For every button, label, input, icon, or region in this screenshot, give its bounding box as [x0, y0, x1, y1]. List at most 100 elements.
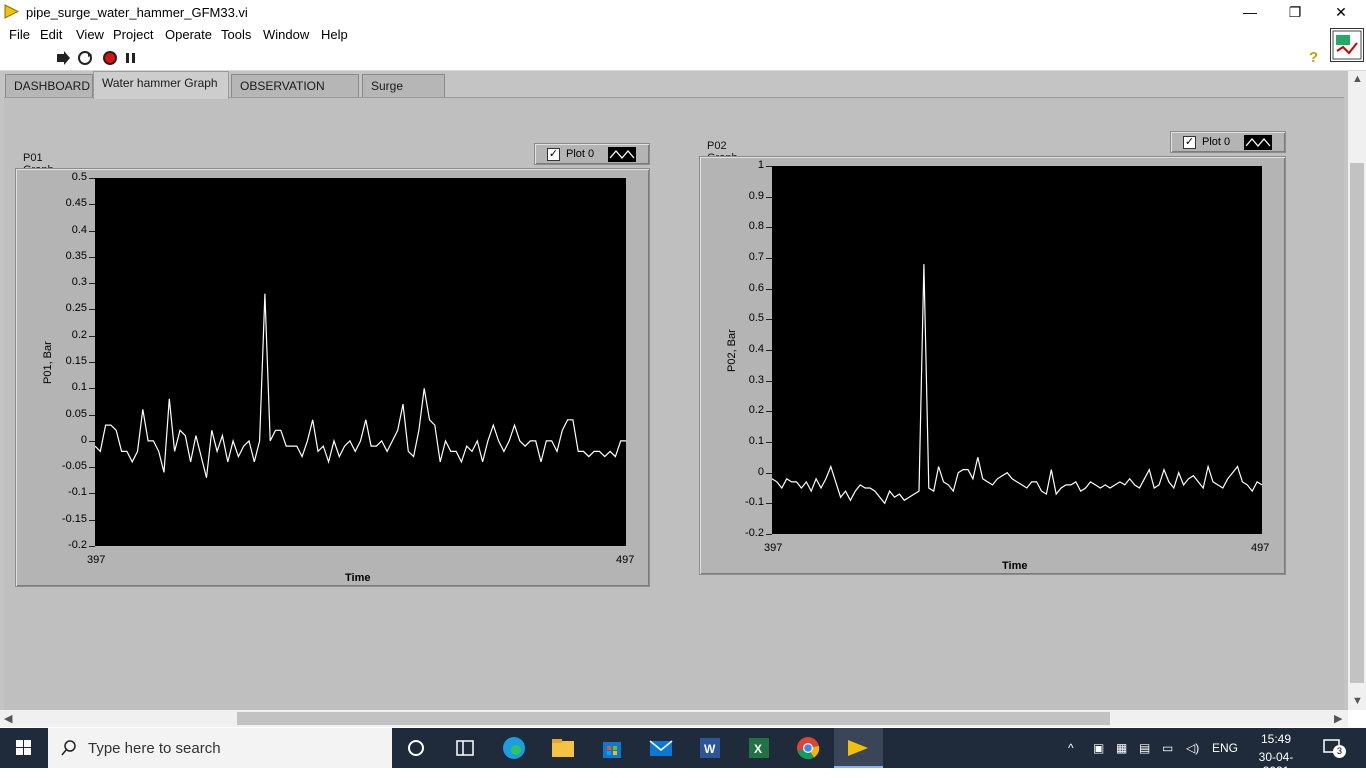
menu-bar: File Edit View Project Operate Tools Win… [0, 24, 1366, 45]
chrome-icon[interactable] [794, 734, 822, 762]
taskbar: Type here to search W X ^ ▣ ▦ ▤ ▭ ◁) ENG… [0, 728, 1366, 778]
y-tick-mark [766, 227, 772, 229]
y-tick-mark [89, 493, 95, 495]
p02-plot-svg [771, 264, 1263, 505]
p02-plot-legend[interactable]: ✓ Plot 0 [1170, 131, 1286, 153]
title-bar: pipe_surge_water_hammer_GFM33.vi — ❐ ✕ [0, 0, 1366, 24]
y-tick-mark [766, 166, 772, 167]
tab-dashboard[interactable]: DASHBOARD [5, 74, 93, 98]
y-tick-mark [89, 230, 95, 232]
y-tick-mark [766, 380, 772, 382]
p01-plot-checkbox[interactable]: ✓ [547, 148, 560, 161]
vertical-scroll-thumb[interactable] [1350, 163, 1364, 683]
menu-operate[interactable]: Operate [165, 27, 212, 42]
widgets-icon[interactable] [451, 734, 479, 762]
p02-plot-area[interactable] [771, 166, 1263, 534]
excel-icon[interactable]: X [745, 734, 773, 762]
scroll-left-icon[interactable]: ◀ [4, 712, 12, 725]
horizontal-scroll-thumb[interactable] [237, 712, 1110, 725]
word-icon[interactable]: W [696, 734, 724, 762]
menu-help[interactable]: Help [321, 27, 348, 42]
tab-water-hammer-graph[interactable]: Water hammer Graph [93, 71, 229, 99]
front-panel: DASHBOARD Water hammer Graph OBSERVATION… [0, 71, 1366, 710]
y-tick-label: -0.05 [61, 460, 87, 473]
svg-text:W: W [704, 742, 716, 756]
y-tick-label: 0.3 [748, 373, 764, 386]
svg-text:X: X [754, 742, 762, 756]
y-tick-mark [766, 472, 772, 474]
tray-chevron-icon[interactable]: ^ [1068, 741, 1074, 755]
p01-plot-legend[interactable]: ✓ Plot 0 [534, 143, 650, 165]
labview-vi-icon [4, 4, 19, 19]
menu-project[interactable]: Project [113, 27, 153, 42]
y-tick-label: 0 [757, 465, 764, 478]
scroll-up-icon[interactable]: ▲ [1352, 73, 1363, 85]
run-arrow-icon[interactable] [55, 50, 71, 66]
menu-tools[interactable]: Tools [221, 27, 251, 42]
window-title: pipe_surge_water_hammer_GFM33.vi [26, 5, 248, 20]
y-tick-mark [766, 196, 772, 198]
y-tick-mark [89, 178, 95, 179]
plot-line-swatch-icon [1244, 135, 1272, 150]
y-tick-label: 0.2 [748, 404, 764, 417]
search-icon [61, 740, 76, 756]
y-tick-label: 0.5 [748, 312, 764, 325]
run-continuously-icon[interactable] [77, 50, 93, 66]
taskbar-search-box[interactable]: Type here to search [48, 728, 392, 768]
mail-icon[interactable] [647, 734, 675, 762]
p02-x-tick-max: 497 [1251, 542, 1270, 554]
tray-ime-icon[interactable]: ▤ [1139, 741, 1150, 755]
menu-window[interactable]: Window [263, 27, 309, 42]
y-tick-mark [89, 335, 95, 337]
y-tick-label: 0.3 [71, 276, 87, 289]
y-tick-mark [89, 388, 95, 390]
y-tick-mark [766, 503, 772, 505]
horizontal-scrollbar[interactable]: ◀ ▶ [0, 710, 1348, 727]
file-explorer-icon[interactable] [549, 734, 577, 762]
y-tick-mark [766, 534, 772, 535]
battery-icon[interactable]: ▭ [1162, 741, 1173, 755]
language-indicator[interactable]: ENG [1212, 741, 1238, 755]
p02-plot-checkbox[interactable]: ✓ [1183, 136, 1196, 149]
y-tick-label: 0.4 [71, 223, 87, 236]
minimize-button[interactable]: — [1227, 0, 1273, 24]
scroll-down-icon[interactable]: ▼ [1352, 695, 1363, 707]
tab-surge-graph[interactable]: Surge Graph [362, 74, 445, 115]
pause-icon[interactable] [123, 50, 139, 66]
p01-plot-area[interactable] [94, 178, 626, 546]
windows-start-icon[interactable] [0, 728, 48, 768]
volume-icon[interactable]: ◁) [1186, 741, 1199, 755]
menu-edit[interactable]: Edit [40, 27, 62, 42]
y-tick-mark [766, 411, 772, 413]
vertical-scrollbar[interactable]: ▲ ▼ [1348, 71, 1366, 710]
tray-meet-icon[interactable]: ▣ [1093, 741, 1104, 755]
menu-file[interactable]: File [9, 27, 30, 42]
maximize-button[interactable]: ❐ [1272, 0, 1318, 24]
vi-connector-icon [1330, 28, 1364, 62]
y-tick-mark [89, 362, 95, 363]
menu-view[interactable]: View [76, 27, 104, 42]
y-tick-mark [766, 350, 772, 351]
store-icon[interactable] [598, 734, 626, 762]
y-tick-label: 0 [80, 433, 87, 446]
abort-icon[interactable] [102, 50, 118, 66]
close-button[interactable]: ✕ [1318, 0, 1364, 24]
task-view-icon[interactable] [402, 734, 430, 762]
scroll-right-icon[interactable]: ▶ [1334, 712, 1342, 725]
y-tick-mark [766, 319, 772, 321]
context-help-icon[interactable]: ? [1309, 49, 1318, 66]
p02-x-tick-min: 397 [764, 542, 783, 554]
clock[interactable]: 15:49 30-04-2021 [1252, 732, 1300, 778]
toolbar [0, 45, 1366, 71]
y-tick-mark [89, 256, 95, 258]
edge-icon[interactable] [500, 734, 528, 762]
tray-app-icon[interactable]: ▦ [1116, 741, 1127, 755]
notification-center[interactable]: 3 [1322, 738, 1346, 758]
y-tick-label: -0.2 [68, 539, 87, 551]
tab-observation-table[interactable]: OBSERVATION TABLE [231, 74, 359, 115]
labview-taskbar-button[interactable] [834, 728, 883, 768]
y-tick-label: -0.15 [61, 512, 87, 525]
y-tick-mark [766, 258, 772, 259]
p01-x-tick-min: 397 [87, 554, 106, 566]
y-tick-mark [89, 414, 95, 416]
